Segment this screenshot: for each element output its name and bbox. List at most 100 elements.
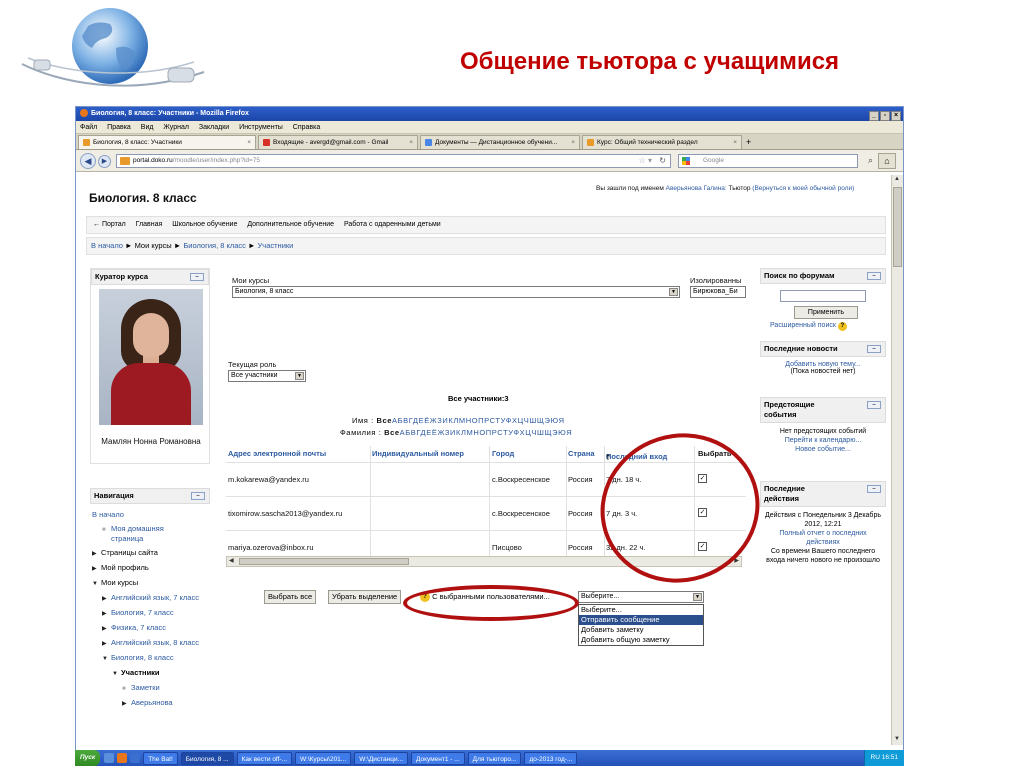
menu-history[interactable]: Журнал xyxy=(163,124,189,131)
search-icon[interactable]: ⌕ xyxy=(868,154,873,166)
nav-item-participants[interactable]: ▼ Участники xyxy=(92,668,210,679)
task-how-offline[interactable]: Как вести off-... xyxy=(236,751,293,765)
collapse-toggle-icon[interactable]: – xyxy=(867,272,881,280)
nav-additional[interactable]: Дополнительное обучение xyxy=(247,221,334,228)
nav-item-dashboard[interactable]: ■ Моя домашняя страница xyxy=(92,524,210,544)
collapse-toggle-icon[interactable]: – xyxy=(867,485,881,493)
task-before-2013[interactable]: до-2013 год-... xyxy=(524,751,578,765)
nav-gifted[interactable]: Работа с одаренными детьми xyxy=(344,221,441,228)
nav-item-physics-7[interactable]: ▶ Физика, 7 класс xyxy=(92,623,210,634)
nav-home[interactable]: Главная xyxy=(136,221,163,228)
scroll-down-icon[interactable]: ▼ xyxy=(894,736,901,744)
action-select[interactable]: Выберите... ▼ xyxy=(578,591,704,603)
action-option-choose[interactable]: Выберите... xyxy=(579,605,703,615)
col-id-number[interactable]: Индивидуальный номер xyxy=(372,449,464,458)
collapse-toggle-icon[interactable]: – xyxy=(867,345,881,353)
tab-close-icon[interactable]: × xyxy=(247,136,251,149)
bookmark-star-icon[interactable]: ☆ ▾ xyxy=(639,155,652,167)
menu-view[interactable]: Вид xyxy=(141,124,154,131)
nav-item-my-courses[interactable]: ▼ Мои курсы xyxy=(92,578,210,589)
col-country[interactable]: Страна xyxy=(568,449,595,458)
scroll-left-icon[interactable]: ◀ xyxy=(229,557,234,564)
action-option-add-note[interactable]: Добавить заметку xyxy=(579,625,703,635)
nav-item-english-7[interactable]: ▶ Английский язык, 7 класс xyxy=(92,593,210,604)
tab-participants[interactable]: Биология, 8 класс: Участники × xyxy=(78,135,256,149)
breadcrumb-course[interactable]: Биология, 8 класс xyxy=(183,241,246,250)
nav-item-notes[interactable]: ■ Заметки xyxy=(92,683,210,694)
forum-search-input[interactable] xyxy=(780,290,866,302)
cell-email[interactable]: m.kokarewa@yandex.ru xyxy=(228,475,309,484)
col-email[interactable]: Адрес электронной почты xyxy=(228,449,326,458)
advanced-search-link[interactable]: Расширенный поиск ? xyxy=(770,322,847,331)
forward-button[interactable]: ▶ xyxy=(98,155,111,168)
task-biology[interactable]: Биология, 8 ... xyxy=(180,751,234,765)
surname-letters[interactable]: АБВГДЕЁЖЗИКЛМНОПРСТУФХЦЧШЩЭЮЯ xyxy=(400,428,573,437)
task-distance-folder[interactable]: W:\Дистанци... xyxy=(354,751,409,765)
first-name-letters[interactable]: АБВГДЕЁЖЗИКЛМНОПРСТУФХЦЧШЩЭЮЯ xyxy=(392,416,565,425)
close-window-button[interactable]: × xyxy=(891,111,901,121)
menu-bookmarks[interactable]: Закладки xyxy=(199,124,229,131)
full-report-link[interactable]: Полный отчет о последних действиях xyxy=(762,529,884,547)
forum-apply-button[interactable]: Применить xyxy=(794,306,858,319)
first-name-all[interactable]: Все xyxy=(376,416,392,425)
menu-file[interactable]: Файл xyxy=(80,124,97,131)
cell-email[interactable]: tixomirow.sascha2013@yandex.ru xyxy=(228,509,342,518)
menu-tools[interactable]: Инструменты xyxy=(239,124,283,131)
tab-gmail[interactable]: Входящие - avergd@gmail.com - Gmail × xyxy=(258,135,418,149)
action-option-add-common-note[interactable]: Добавить общую заметку xyxy=(579,635,703,645)
return-role-link[interactable]: (Вернуться к моей обычной роли) xyxy=(752,185,854,192)
action-option-send-message[interactable]: Отправить сообщение xyxy=(579,615,703,625)
tab-close-icon[interactable]: × xyxy=(733,136,737,149)
select-all-button[interactable]: Выбрать все xyxy=(264,590,317,604)
firefox-quicklaunch-icon[interactable] xyxy=(117,753,128,763)
breadcrumb-participants[interactable]: Участники xyxy=(258,241,294,250)
cell-email[interactable]: mariya.ozerova@inbox.ru xyxy=(228,543,314,552)
nav-item-english-8[interactable]: ▶ Английский язык, 8 класс xyxy=(92,638,210,649)
scrollbar-thumb[interactable] xyxy=(239,558,409,565)
home-icon[interactable]: ⌂ xyxy=(878,153,896,169)
scrollbar-thumb[interactable] xyxy=(893,187,902,267)
role-select[interactable]: Все участники ▼ xyxy=(228,370,306,382)
new-event-link[interactable]: Новое событие... xyxy=(762,445,884,454)
nav-item-averyanova[interactable]: ▶ Аверьянова xyxy=(92,698,210,709)
collapse-toggle-icon[interactable]: – xyxy=(190,273,204,281)
menu-help[interactable]: Справка xyxy=(293,124,320,131)
new-tab-button[interactable]: + xyxy=(746,135,751,149)
group-select[interactable]: Бирюкова_Би xyxy=(690,286,746,298)
surname-all[interactable]: Все xyxy=(384,428,400,437)
nav-item-site-pages[interactable]: ▶ Страницы сайта xyxy=(92,548,210,559)
nav-school[interactable]: Школьное обучение xyxy=(172,221,237,228)
task-courses-folder[interactable]: W:\Курсы\201... xyxy=(295,751,352,765)
collapse-toggle-icon[interactable]: – xyxy=(867,401,881,409)
task-thebat[interactable]: The Bat! xyxy=(143,751,178,765)
minimize-button[interactable]: _ xyxy=(869,111,879,121)
show-desktop-icon[interactable] xyxy=(104,753,115,763)
nav-item-profile[interactable]: ▶ Мой профиль xyxy=(92,563,210,574)
vertical-scrollbar[interactable]: ▲ ▼ xyxy=(891,175,903,745)
back-button[interactable]: ◀ xyxy=(80,153,96,169)
tab-close-icon[interactable]: × xyxy=(409,136,413,149)
nav-item-home[interactable]: В начало xyxy=(92,510,210,520)
col-city[interactable]: Город xyxy=(492,449,514,458)
collapse-toggle-icon[interactable]: – xyxy=(191,492,205,500)
scroll-up-icon[interactable]: ▲ xyxy=(894,176,901,184)
tab-course[interactable]: Курс: Общий технический раздел × xyxy=(582,135,742,149)
start-button[interactable]: Пуск xyxy=(75,750,101,766)
word-quicklaunch-icon[interactable] xyxy=(130,753,141,763)
tab-documents[interactable]: Документы — Дистанционное обучени... × xyxy=(420,135,580,149)
task-for-tutors[interactable]: Для тьюторо... xyxy=(467,751,522,765)
tab-close-icon[interactable]: × xyxy=(571,136,575,149)
maximize-button[interactable]: ▫ xyxy=(880,111,890,121)
deselect-all-button[interactable]: Убрать выделение xyxy=(328,590,402,604)
login-user-link[interactable]: Аверьянова Галина: xyxy=(666,185,727,192)
nav-portal[interactable]: ← Портал xyxy=(93,221,126,228)
my-courses-select[interactable]: Биология, 8 класс ▼ xyxy=(232,286,680,298)
task-document1[interactable]: Документ1 - ... xyxy=(411,751,465,765)
calendar-link[interactable]: Перейти к календарю... xyxy=(762,436,884,445)
menu-edit[interactable]: Правка xyxy=(107,124,131,131)
nav-item-biology-7[interactable]: ▶ Биология, 7 класс xyxy=(92,608,210,619)
nav-item-biology-8[interactable]: ▼ Биология, 8 класс xyxy=(92,653,210,664)
reload-icon[interactable]: ↻ xyxy=(659,155,666,167)
language-indicator[interactable]: RU xyxy=(871,754,880,761)
add-news-topic-link[interactable]: Добавить новую тему... xyxy=(762,361,884,368)
